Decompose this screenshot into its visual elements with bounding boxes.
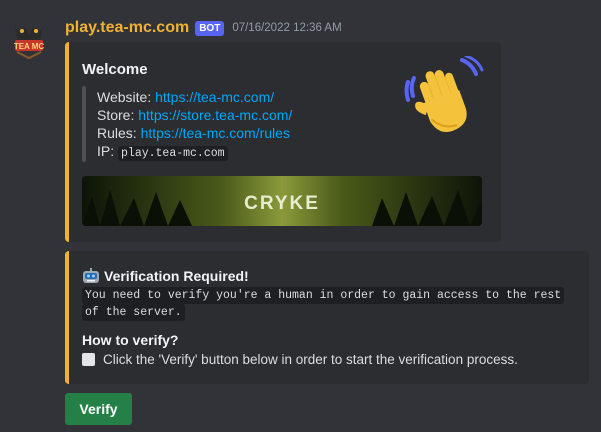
bot-badge: BOT xyxy=(195,20,225,36)
store-label: Store: xyxy=(97,107,139,123)
rules-link[interactable]: https://tea-mc.com/rules xyxy=(141,125,290,141)
verification-title-text: Verification Required! xyxy=(104,268,249,284)
verify-button[interactable]: Verify xyxy=(65,393,132,425)
website-link[interactable]: https://tea-mc.com/ xyxy=(155,89,274,105)
timestamp[interactable]: 07/16/2022 12:36 AM xyxy=(232,22,341,34)
verification-title: Verification Required! xyxy=(82,268,249,284)
message-header: play.tea-mc.com BOT 07/16/2022 12:36 AM xyxy=(65,18,342,38)
instruction-line: Click the 'Verify' button below in order… xyxy=(82,352,518,367)
verify-code-text: You need to verify you're a human in ord… xyxy=(82,287,565,321)
banner-text: CRYKE xyxy=(244,193,320,214)
ip-code: play.tea-mc.com xyxy=(118,146,228,161)
website-label: Website: xyxy=(97,89,156,105)
welcome-embed: Welcome Website: https://tea-mc.com/ Sto… xyxy=(65,42,501,242)
store-link[interactable]: https://store.tea-mc.com/ xyxy=(138,107,292,123)
waving-hand-icon[interactable] xyxy=(404,56,484,136)
embed-title: Welcome xyxy=(82,61,148,78)
robot-icon xyxy=(83,268,99,283)
rules-line: Rules: https://tea-mc.com/rules xyxy=(97,125,290,141)
quote-bar xyxy=(82,86,86,162)
tea-mc-logo-icon: TEA MC xyxy=(9,21,49,61)
banner-image[interactable]: CRYKE xyxy=(82,176,482,226)
howto-title: How to verify? xyxy=(82,332,179,348)
website-line: Website: https://tea-mc.com/ xyxy=(97,89,274,105)
avatar-text: TEA MC xyxy=(14,42,45,51)
store-line: Store: https://store.tea-mc.com/ xyxy=(97,107,292,123)
checkbox-icon xyxy=(82,353,95,366)
username[interactable]: play.tea-mc.com xyxy=(65,19,189,37)
instruction-text: Click the 'Verify' button below in order… xyxy=(103,352,518,367)
ip-label: IP: xyxy=(97,143,119,159)
code-text: You need to verify you're a human in ord… xyxy=(82,287,565,321)
ip-line: IP: play.tea-mc.com xyxy=(97,143,228,161)
rules-label: Rules: xyxy=(97,125,141,141)
verification-embed: Verification Required! You need to verif… xyxy=(65,251,589,384)
avatar[interactable]: TEA MC xyxy=(9,21,49,61)
